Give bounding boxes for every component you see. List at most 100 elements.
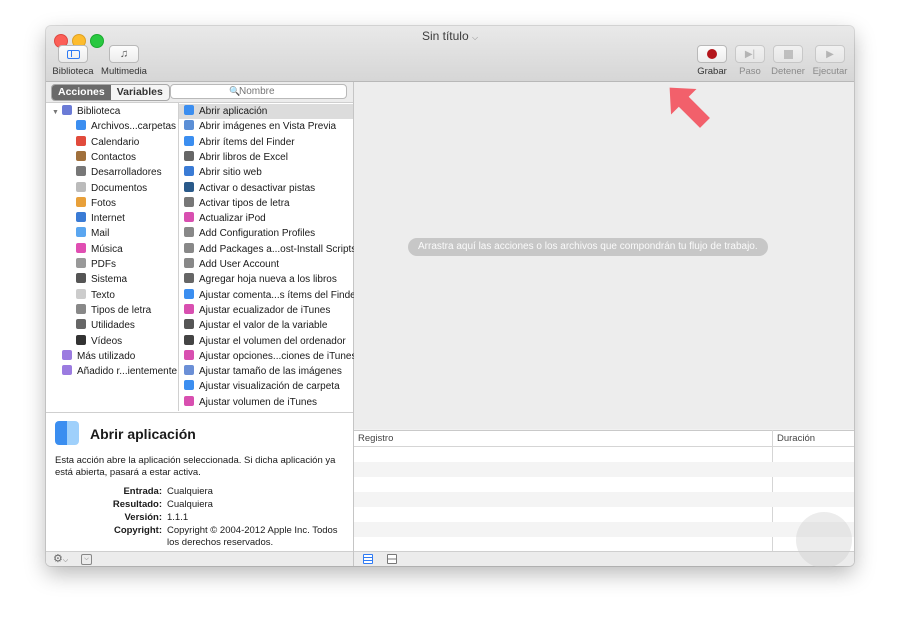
action-item[interactable]: Ajustar visualización de carpeta [179,379,353,394]
ejecutar-button[interactable]: ▶ [815,45,845,63]
sidebar-item-1[interactable]: Archivos...carpetas [76,119,176,134]
action-item[interactable]: Ajustar opciones...ciones de iTunes [179,349,357,364]
action-item[interactable]: Abrir sitio web [179,165,353,180]
action-item[interactable]: Ajustar el valor de la variable [179,318,353,333]
sidebar-item-5[interactable]: Documentos [76,181,147,196]
text-icon [76,288,86,299]
sidebar-item-9[interactable]: Música [76,242,123,257]
action-item[interactable]: Add Configuration Profiles [179,226,353,241]
paso-button[interactable]: ▶| [735,45,765,63]
action-icon [184,181,194,192]
sidebar-item-13[interactable]: Tipos de letra [76,303,151,318]
sidebar-item-label: Fotos [91,197,117,209]
sidebar-item-15[interactable]: Vídeos [76,334,122,349]
action-label: Activar o desactivar pistas [199,182,316,194]
pdf-icon [76,258,86,268]
documents-icon [76,181,86,192]
multimedia-label: Multimedia [101,66,147,77]
finder-icon [76,120,86,131]
collapse-description-icon[interactable]: ⌵ [81,554,92,565]
sidebar-item-label: Contactos [91,151,137,163]
sidebar-item-12[interactable]: Texto [76,288,115,303]
action-label: Add Packages a...ost-Install Scripts [199,243,357,255]
action-item[interactable]: Abrir ítems del Finder [179,135,353,150]
action-item[interactable]: Activar o desactivar pistas [179,181,353,196]
action-label: Ajustar el volumen del ordenador [199,335,346,347]
action-label: Abrir aplicación [199,106,268,117]
window-title[interactable]: Sin título ⌵ [46,29,854,43]
sidebar-item-label: Documentos [91,182,148,194]
workflow-hint: Arrastra aquí las acciones o los archivo… [408,238,768,256]
sidebar-item-17[interactable]: Añadido r...ientemente [62,364,177,379]
sidebar-item-4[interactable]: Desarrolladores [76,165,162,180]
action-item[interactable]: Abrir aplicación [179,104,353,120]
search-field[interactable]: 🔍 [170,84,359,99]
tab-variables[interactable]: Variables [111,85,169,100]
stop-icon [783,49,793,59]
sidebar-item-label: Tipos de letra [91,304,152,316]
sidebar-item-7[interactable]: Internet [76,211,125,226]
biblioteca-button[interactable] [58,45,88,63]
annotation-arrow-icon [669,87,710,128]
action-item[interactable]: Ajustar volumen de iTunes [179,395,353,410]
action-item[interactable]: Abrir libros de Excel [179,150,353,165]
action-label: Ajustar volumen de iTunes [199,396,318,408]
action-icon [184,227,194,238]
version-value: 1.1.1 [167,512,189,523]
action-item[interactable]: Ajustar comenta...s ítems del Finder [179,288,359,303]
sidebar-item-2[interactable]: Calendario [76,135,139,150]
sidebar-item-label: Biblioteca [76,106,121,117]
action-item[interactable]: Ajustar tamaño de las imágenes [179,364,353,379]
action-icon [184,319,194,330]
action-icon [184,212,194,223]
library-footer: ⚙⌵ ⌵ [46,551,353,566]
search-input[interactable] [239,85,359,98]
sidebar-item-16[interactable]: Más utilizado [62,349,135,364]
split-view-icon[interactable] [387,554,397,564]
sidebar-item-label: Desarrolladores [91,167,162,179]
smart-folder-icon [62,349,72,360]
action-label: Add User Account [199,259,280,270]
grabar-button[interactable] [697,45,727,63]
list-view-icon[interactable] [363,554,373,564]
music-icon [76,242,86,253]
description-text: Esta acción abre la aplicación seleccion… [55,455,336,478]
chevron-down-icon: ⌵ [471,33,479,42]
action-item[interactable]: Ajustar el volumen del ordenador [179,334,353,349]
action-item[interactable]: Actualizar iPod [179,211,353,226]
disclosure-triangle-icon[interactable]: ▼ [52,109,59,116]
multimedia-button[interactable]: ♫ [109,45,139,63]
action-icon [184,334,194,345]
action-item[interactable]: Activar tipos de letra [179,196,353,211]
sidebar-item-6[interactable]: Fotos [76,196,116,211]
sidebar-item-11[interactable]: Sistema [76,272,127,287]
sidebar-item-14[interactable]: Utilidades [76,318,135,333]
action-icon [184,105,194,115]
entrada-label: Entrada: [123,486,162,497]
action-item[interactable]: Add Packages a...ost-Install Scripts [179,242,357,257]
fonts-icon [76,303,86,314]
sidebar-item-8[interactable]: Mail [76,226,109,241]
system-icon [76,273,86,284]
action-item[interactable]: Add User Account [179,257,353,272]
detener-button[interactable] [773,45,803,63]
action-icon [184,258,194,268]
sidebar-item-10[interactable]: PDFs [76,257,116,272]
workflow-area[interactable]: Arrastra aquí las acciones o los archivo… [354,82,854,429]
gear-icon[interactable]: ⚙⌵ [53,552,68,565]
tab-acciones[interactable]: Acciones [52,85,111,100]
workflow-panel: Arrastra aquí las acciones o los archivo… [354,82,854,566]
sidebar-item-label: Archivos...carpetas [91,121,177,133]
sidebar-item-0[interactable]: ▼ Biblioteca [52,104,120,119]
action-item[interactable]: Abrir imágenes en Vista Previa [179,119,353,134]
action-item[interactable]: Agregar hoja nueva a los libros [179,272,353,287]
action-icon [184,150,194,161]
log-row [354,462,854,477]
entrada-value: Cualquiera [167,486,213,497]
titlebar: Sin título ⌵ Biblioteca ♫ Multimedia Gra… [46,26,854,82]
sidebar-item-3[interactable]: Contactos [76,150,136,165]
action-item[interactable]: Ajustar ecualizador de iTunes [179,303,353,318]
action-label: Agregar hoja nueva a los libros [199,274,337,286]
log-column-duracion[interactable]: Duración [777,433,815,444]
log-column-registro[interactable]: Registro [358,433,393,444]
